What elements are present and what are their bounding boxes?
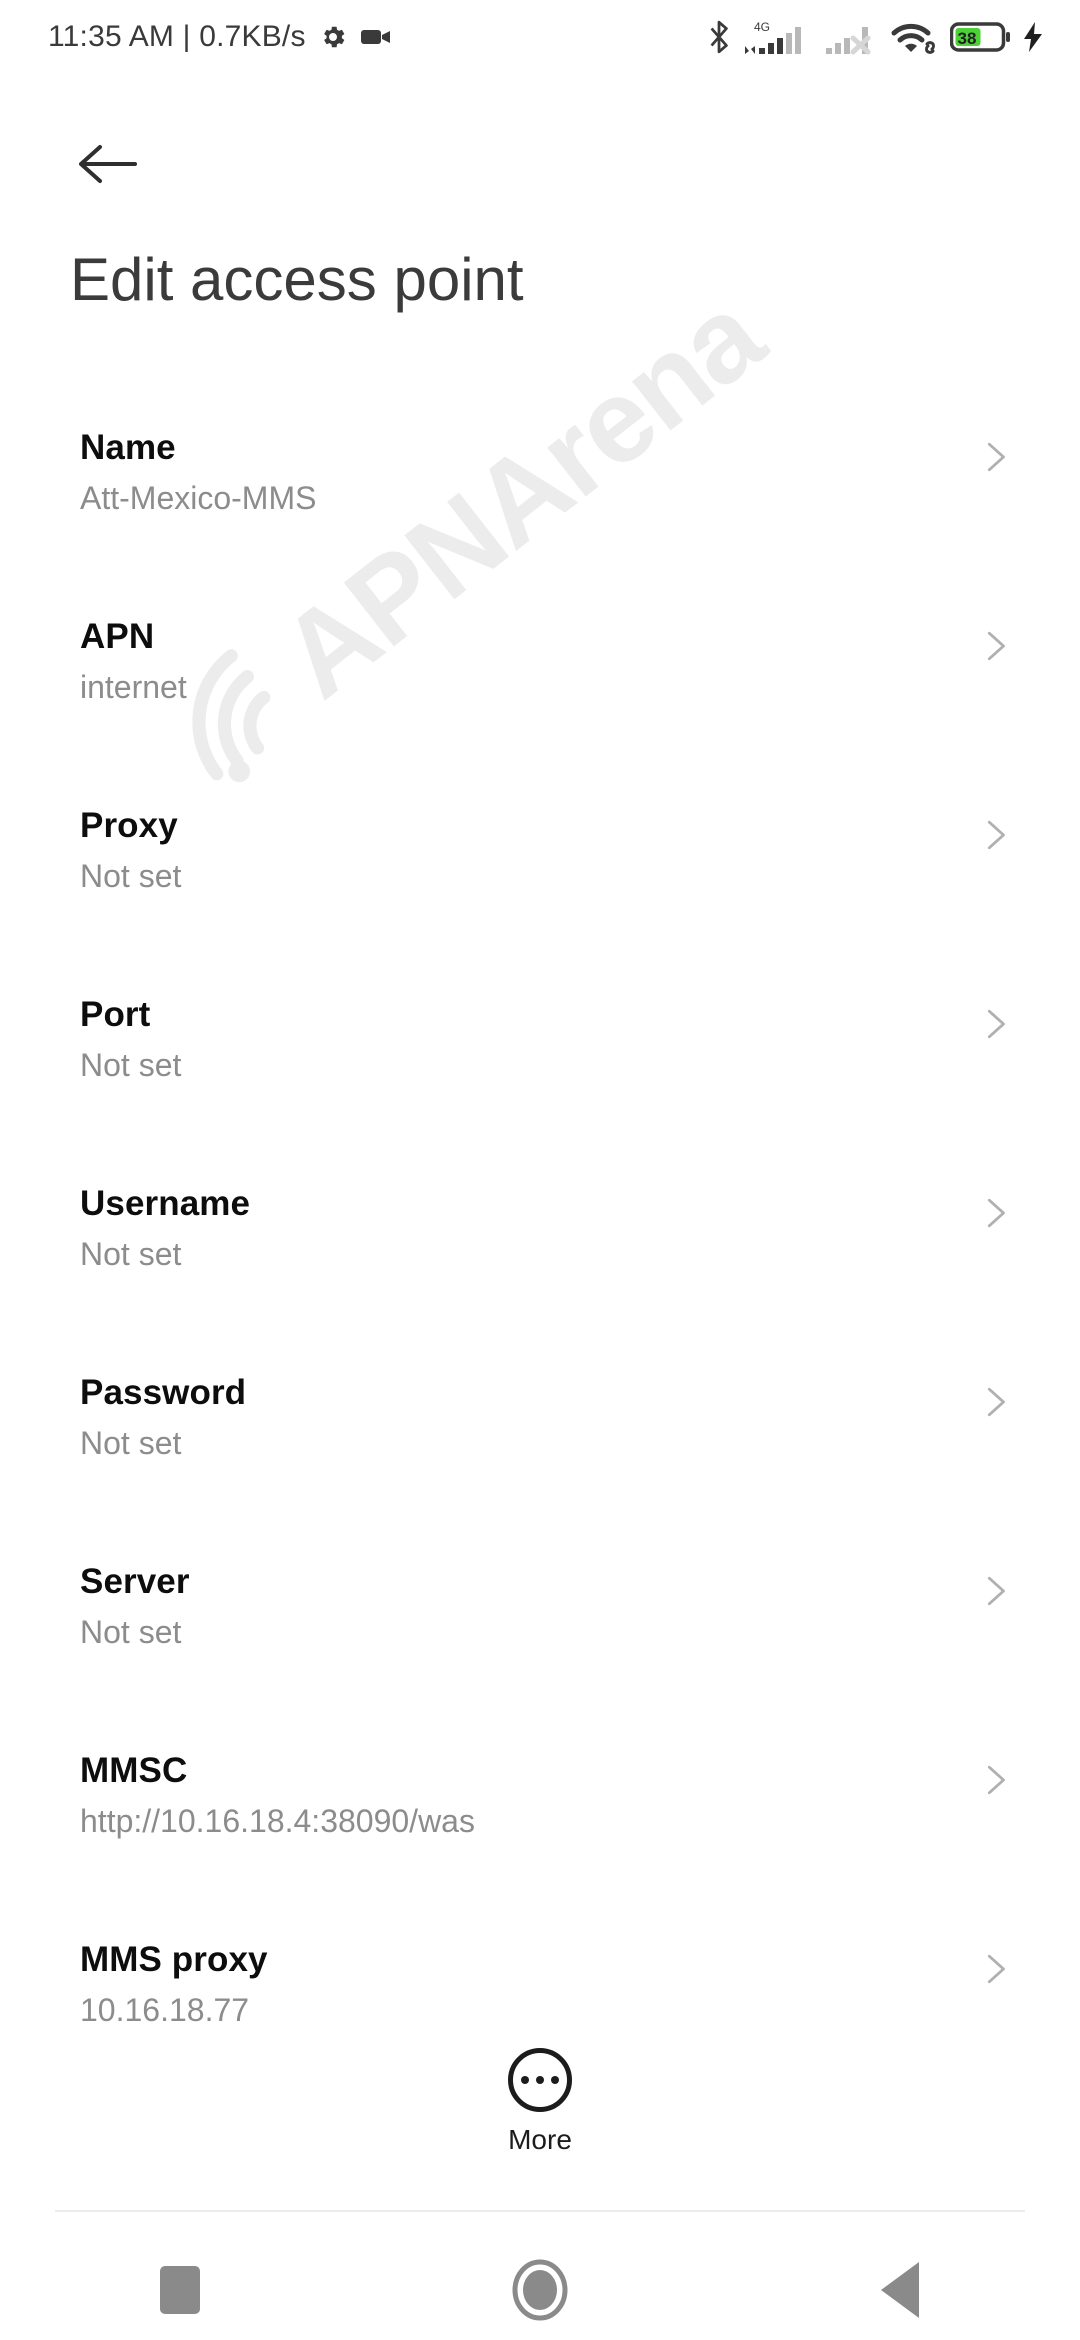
list-item-label: Proxy — [80, 806, 178, 845]
chevron-right-icon — [987, 1765, 1005, 1795]
chevron-right-icon — [987, 1387, 1005, 1417]
list-item-value: Not set — [80, 1614, 182, 1650]
chevron-right-icon — [987, 1198, 1005, 1228]
access-point-settings-list: Name Att-Mexico-MMS APN internet Proxy N… — [0, 414, 1080, 2115]
status-clock: 11:35 AM | 0.7KB/s — [48, 20, 306, 53]
nav-back-button[interactable] — [720, 2240, 1080, 2340]
list-item-label: APN — [80, 617, 155, 656]
bottom-divider — [55, 2210, 1025, 2212]
list-item-value: Not set — [80, 858, 182, 894]
wifi-icon — [891, 23, 935, 54]
signal-4g-icon: 4G — [745, 20, 801, 54]
list-item-label: Name — [80, 428, 176, 467]
list-item-value: Not set — [80, 1236, 182, 1272]
list-item-value: http://10.16.18.4:38090/was — [80, 1803, 475, 1839]
nav-home-button[interactable] — [360, 2240, 720, 2340]
page-title: Edit access point — [70, 246, 524, 313]
more-button[interactable]: More — [0, 2048, 1080, 2156]
nav-recents-button[interactable] — [0, 2240, 360, 2340]
battery-icon: 38 — [950, 22, 1010, 52]
list-item-label: Server — [80, 1562, 190, 1601]
chevron-right-icon — [987, 1954, 1005, 1984]
list-item[interactable]: Password Not set — [0, 1359, 1080, 1548]
status-bar-right: 4G 38 — [706, 18, 1044, 56]
app-bar — [0, 118, 1080, 210]
list-item-label: MMSC — [80, 1751, 188, 1790]
list-item-label: MMS proxy — [80, 1940, 268, 1979]
list-item-label: Port — [80, 995, 151, 1034]
status-bar-left: 11:35 AM | 0.7KB/s — [48, 20, 392, 54]
list-item-value: Att-Mexico-MMS — [80, 480, 317, 516]
list-item[interactable]: Port Not set — [0, 981, 1080, 1170]
list-item-label: Username — [80, 1184, 251, 1223]
list-item[interactable]: Proxy Not set — [0, 792, 1080, 981]
status-bar: 11:35 AM | 0.7KB/s 4G 38 — [0, 0, 1080, 74]
circle-icon — [512, 2259, 568, 2321]
charging-bolt-icon — [1024, 22, 1042, 52]
list-item-value: Not set — [80, 1425, 182, 1461]
chevron-right-icon — [987, 1576, 1005, 1606]
chevron-right-icon — [987, 631, 1005, 661]
battery-level-text: 38 — [958, 29, 977, 48]
list-item-label: Password — [80, 1373, 247, 1412]
chevron-right-icon — [987, 820, 1005, 850]
dot — [536, 2076, 544, 2084]
list-item[interactable]: Name Att-Mexico-MMS — [0, 414, 1080, 603]
triangle-left-icon — [881, 2262, 919, 2318]
phone-screen: APNArena 11:35 AM | 0.7KB/s 4G 38 Edit a… — [0, 0, 1080, 2340]
camcorder-icon — [360, 30, 390, 44]
list-item[interactable]: APN internet — [0, 603, 1080, 792]
dot — [551, 2076, 559, 2084]
more-button-label: More — [508, 2124, 572, 2155]
list-item-value: Not set — [80, 1047, 182, 1083]
chevron-right-icon — [987, 442, 1005, 472]
list-item[interactable]: MMSC http://10.16.18.4:38090/was — [0, 1737, 1080, 1926]
dot — [521, 2076, 529, 2084]
back-button[interactable] — [62, 118, 154, 210]
gear-icon — [323, 26, 345, 48]
system-navigation-bar — [0, 2240, 1080, 2340]
signal-sim2-off-icon — [826, 27, 871, 55]
list-item[interactable]: Server Not set — [0, 1548, 1080, 1737]
square-icon — [160, 2266, 200, 2314]
bluetooth-icon — [710, 20, 728, 54]
arrow-left-icon — [79, 145, 137, 183]
svg-text:4G: 4G — [754, 20, 770, 34]
list-item-value: internet — [80, 669, 187, 705]
list-item[interactable]: Username Not set — [0, 1170, 1080, 1359]
three-dots-circle-icon[interactable] — [508, 2048, 572, 2112]
chevron-right-icon — [987, 1009, 1005, 1039]
list-item-value: 10.16.18.77 — [80, 1992, 250, 2028]
